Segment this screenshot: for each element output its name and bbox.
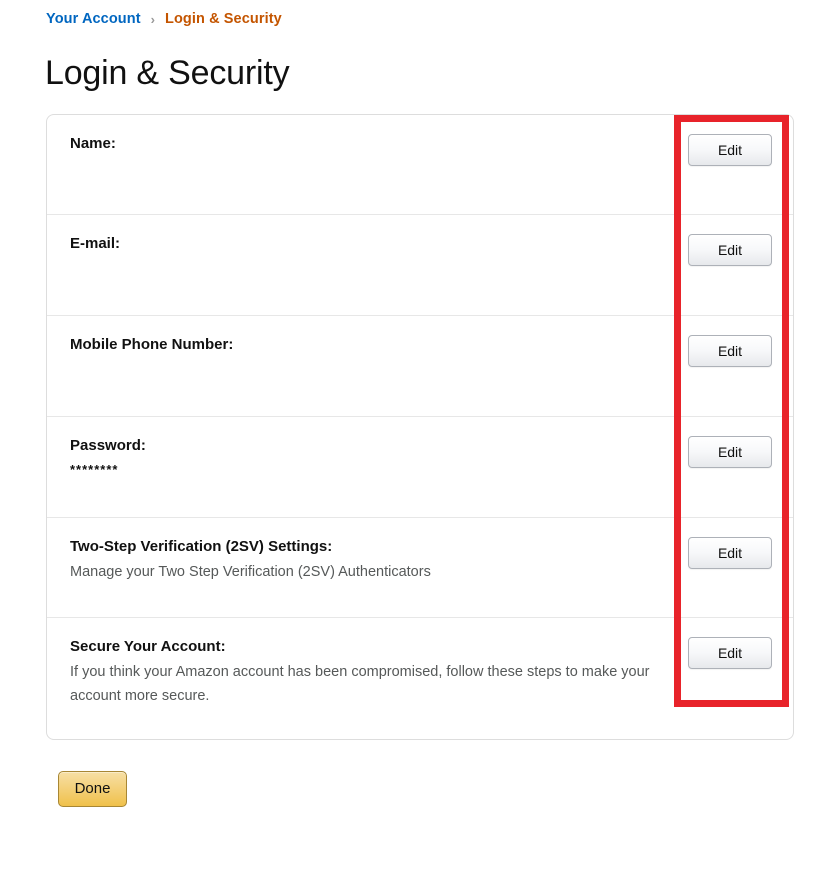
chevron-right-icon: ›: [150, 11, 155, 27]
edit-button-email[interactable]: Edit: [688, 234, 772, 266]
row-label-password: Password:: [70, 437, 146, 454]
done-button[interactable]: Done: [58, 771, 127, 807]
table-row: Mobile Phone Number: Edit: [47, 316, 793, 417]
breadcrumb-link-your-account[interactable]: Your Account: [46, 11, 141, 27]
row-label-name: Name:: [70, 135, 116, 152]
row-description-two-step-verification: Manage your Two Step Verification (2SV) …: [70, 564, 431, 580]
row-description-secure-your-account: If you think your Amazon account has bee…: [70, 664, 650, 704]
page-title: Login & Security: [45, 54, 290, 92]
edit-button-mobile-phone-number[interactable]: Edit: [688, 335, 772, 367]
edit-button-name[interactable]: Edit: [688, 134, 772, 166]
login-security-panel: Name: Edit E-mail: Edit Mobile Phone Num…: [46, 114, 794, 740]
edit-button-secure-your-account[interactable]: Edit: [688, 637, 772, 669]
edit-button-password[interactable]: Edit: [688, 436, 772, 468]
row-label-secure-your-account: Secure Your Account:: [70, 638, 226, 655]
row-value-password: ********: [70, 462, 119, 477]
table-row: Two-Step Verification (2SV) Settings: Ma…: [47, 518, 793, 618]
row-label-mobile-phone-number: Mobile Phone Number:: [70, 336, 234, 353]
table-row: Name: Edit: [47, 115, 793, 215]
row-label-email: E-mail:: [70, 235, 121, 252]
edit-button-two-step-verification[interactable]: Edit: [688, 537, 772, 569]
breadcrumb-current-login-security: Login & Security: [165, 11, 282, 27]
row-label-two-step-verification: Two-Step Verification (2SV) Settings:: [70, 538, 333, 555]
table-row: E-mail: Edit: [47, 215, 793, 316]
breadcrumb: Your Account › Login & Security: [46, 11, 282, 27]
table-row: Password: ******** Edit: [47, 417, 793, 518]
table-row: Secure Your Account: If you think your A…: [47, 618, 793, 739]
